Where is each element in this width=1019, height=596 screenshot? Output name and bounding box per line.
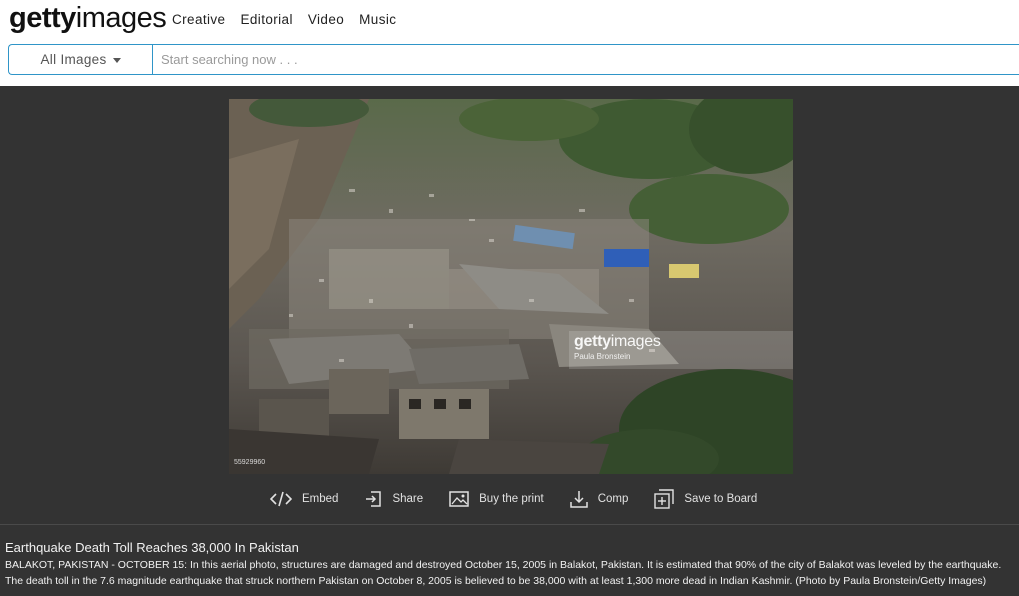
share-icon [366,491,382,507]
nav-music[interactable]: Music [359,12,396,27]
image-type-label: All Images [40,52,107,67]
caret-down-icon [112,58,121,63]
image-caption: BALAKOT, PAKISTAN - OCTOBER 15: In this … [5,559,1002,587]
earthquake-aerial-photo [229,99,793,474]
comp-button[interactable]: Comp [569,490,629,508]
embed-button[interactable]: Embed [270,491,338,507]
image-type-dropdown[interactable]: All Images [9,45,153,74]
image-id: 55929960 [234,459,266,466]
watermark: gettyimages Paula Bronstein [569,331,793,369]
code-icon [270,491,292,507]
watermark-logo: gettyimages [574,333,661,350]
search-bar: All Images [8,44,1019,75]
nav-editorial[interactable]: Editorial [240,12,292,27]
embed-label: Embed [302,493,339,505]
add-board-icon [654,489,675,509]
download-icon [569,491,588,508]
caption-divider [0,524,1019,525]
picture-icon [449,491,469,507]
image-actions: Embed Share Buy the print Comp Save to B… [270,488,783,510]
gettyimages-logo[interactable]: getty images [9,2,167,36]
nav-video[interactable]: Video [308,12,344,27]
save-to-board-label: Save to Board [684,493,758,505]
top-bar: getty images Creative Editorial Video Mus… [0,0,1019,86]
logo-bold-text: getty [9,2,76,34]
share-label: Share [392,493,424,505]
search-input[interactable] [153,45,1019,74]
image-title: Earthquake Death Toll Reaches 38,000 In … [5,540,299,555]
save-to-board-button[interactable]: Save to Board [654,489,757,509]
comp-label: Comp [597,493,629,505]
buy-the-print-label: Buy the print [479,493,544,505]
logo-light-text: images [75,2,167,34]
share-button[interactable]: Share [364,490,423,508]
nav-creative[interactable]: Creative [172,12,225,27]
watermark-credit: Paula Bronstein [574,352,631,361]
main-nav: Creative Editorial Video Music [172,12,396,27]
photo-preview[interactable]: gettyimages Paula Bronstein 55929960 [229,99,793,474]
buy-the-print-button[interactable]: Buy the print [449,491,544,507]
